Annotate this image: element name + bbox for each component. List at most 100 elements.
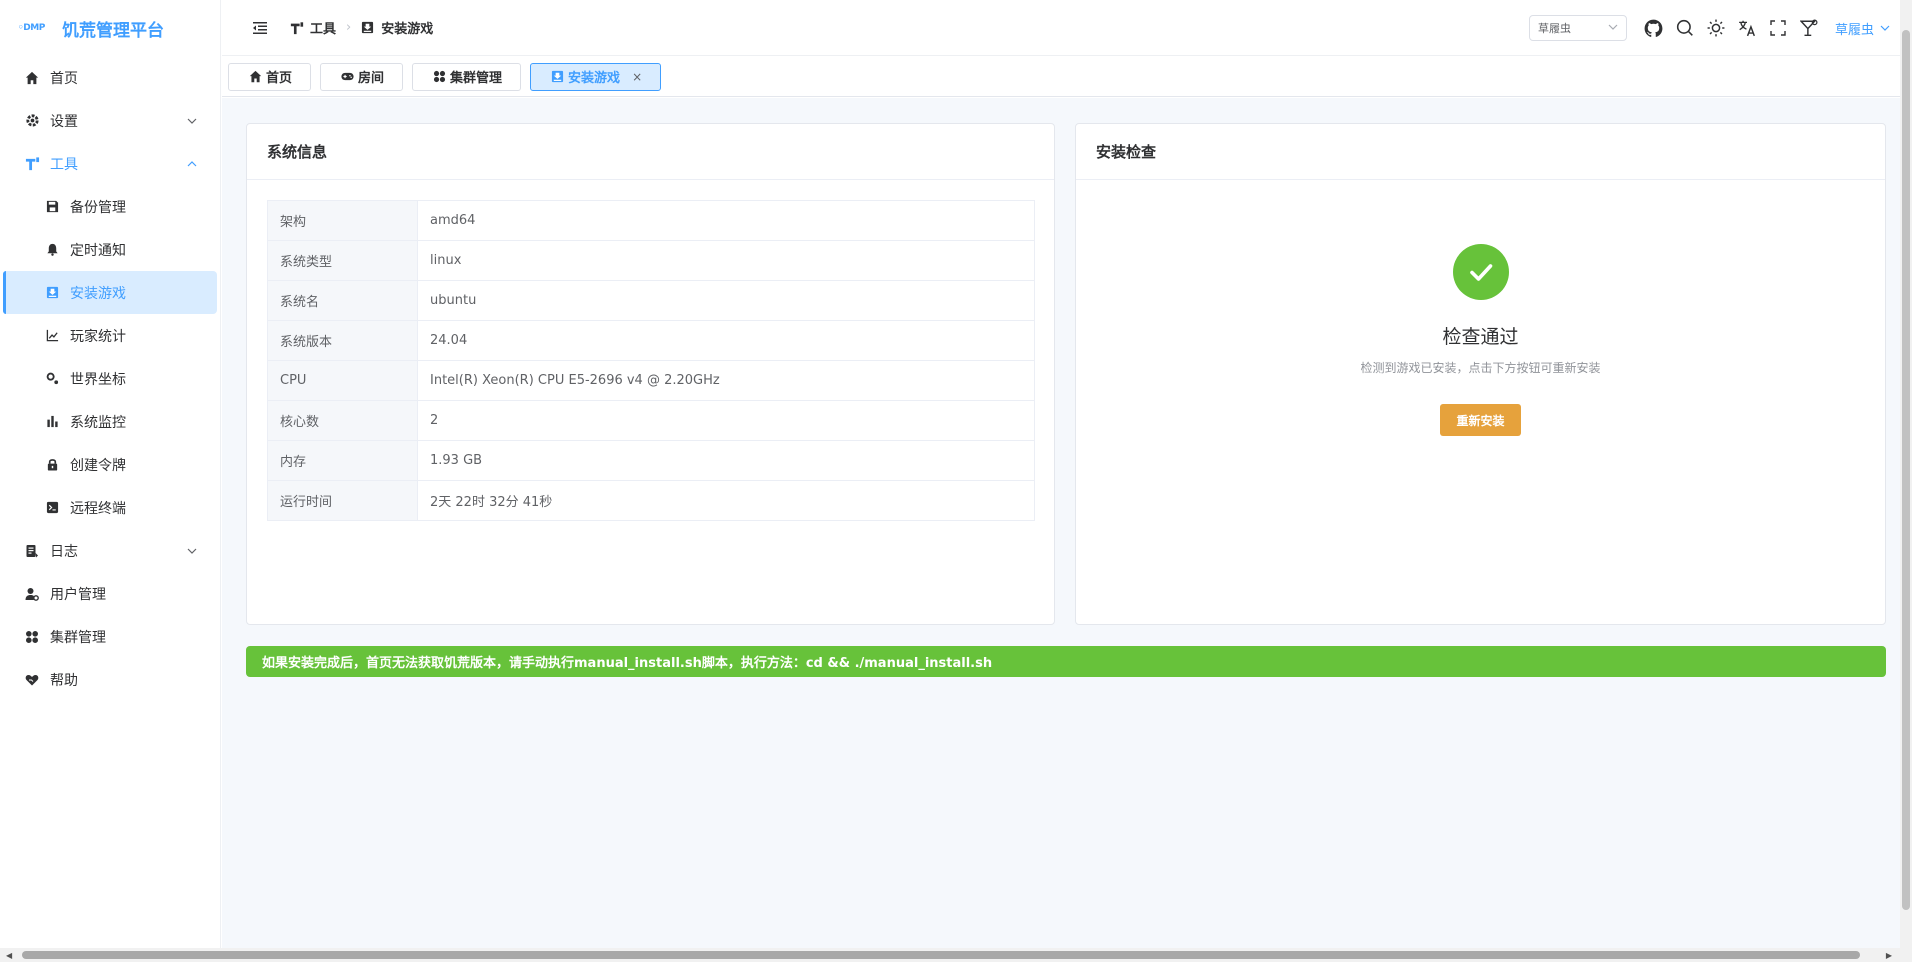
floppy-icon [44,199,60,215]
home-icon [24,70,40,86]
github-icon[interactable] [1643,17,1665,39]
info-key: CPU [267,360,418,401]
check-success-icon [1452,244,1509,300]
table-row: 系统版本 24.04 [267,320,1035,361]
info-value: 2天 22时 32分 41秒 [430,495,553,510]
tab-home[interactable]: 首页 [228,62,312,91]
scroll-left-icon[interactable]: ◀ [6,951,12,960]
sidebar-item-label: 首页 [50,70,78,87]
cluster-select-value: 草履虫 [1537,22,1571,35]
info-value: 24.04 [417,320,1035,361]
tab-label: 房间 [358,71,385,86]
tab-bar: 首页 房间 集群管理 安装游戏 × [222,57,1900,97]
download-disk-icon [361,21,375,35]
info-value: ubuntu [417,280,1035,321]
sidebar-item-clusters[interactable]: 集群管理 [0,615,220,658]
document-icon [24,543,40,559]
install-check-result: 检查通过 检测到游戏已安装，点击下方按钮可重新安装 重新安装 [1076,180,1885,436]
scroll-right-icon[interactable]: ▶ [1886,951,1892,960]
cluster-select[interactable]: 草履虫 [1528,15,1627,41]
sidebar-item-scheduled-notice[interactable]: 定时通知 [0,228,220,271]
table-row: 运行时间 2天 22时 32分 41秒 [267,480,1035,521]
logo[interactable]: ◦DMP 饥荒管理平台 [0,0,220,56]
sidebar-item-home[interactable]: 首页 [0,56,220,99]
cocktail-icon[interactable] [1798,17,1820,39]
sidebar-item-label: 备份管理 [70,199,126,216]
scrollbar-thumb[interactable] [1902,30,1910,910]
chevron-down-icon [1608,22,1618,35]
sidebar-item-label: 安装游戏 [70,285,126,302]
info-value: Intel(R) Xeon(R) CPU E5-2696 v4 @ 2.20GH… [417,360,1035,401]
download-disk-icon [44,285,60,301]
scrollbar-thumb[interactable] [22,951,1860,959]
vertical-scrollbar[interactable] [1900,0,1912,948]
fullscreen-icon[interactable] [1767,17,1789,39]
breadcrumb: 工具 › 安装游戏 [290,18,433,37]
sidebar-item-label: 帮助 [50,672,78,689]
info-key: 系统名 [267,280,418,321]
sidebar-item-remote-terminal[interactable]: 远程终端 [0,486,220,529]
sidebar-item-player-stats[interactable]: 玩家统计 [0,314,220,357]
terminal-icon [44,500,60,516]
card-title: 安装检查 [1076,124,1885,180]
sidebar-item-label: 定时通知 [70,242,126,259]
sidebar-item-label: 世界坐标 [70,371,126,388]
sidebar-item-settings[interactable]: 设置 [0,99,220,142]
sun-icon[interactable] [1705,17,1727,39]
sidebar-item-backup[interactable]: 备份管理 [0,185,220,228]
bar-chart-icon [44,414,60,430]
reinstall-button[interactable]: 重新安装 [1440,404,1521,436]
download-disk-icon [551,70,564,83]
translate-icon[interactable] [1736,17,1758,39]
logo-mark: ◦DMP [18,23,45,33]
card-title: 系统信息 [247,124,1054,180]
hammer-icon [24,156,40,172]
hammer-icon [290,21,304,35]
tab-label: 集群管理 [450,71,503,86]
chevron-down-icon [1880,23,1890,33]
check-result-title: 检查通过 [1442,326,1519,348]
info-value: amd64 [417,200,1035,241]
tab-clusters[interactable]: 集群管理 [412,62,522,91]
sidebar-item-users[interactable]: 用户管理 [0,572,220,615]
user-menu[interactable]: 草履虫 [1835,19,1890,38]
sidebar-item-world-coords[interactable]: 世界坐标 [0,357,220,400]
tab-install-game[interactable]: 安装游戏 × [530,62,662,91]
home-icon [249,70,262,83]
breadcrumb-separator-icon: › [346,20,352,35]
breadcrumb-item-tools[interactable]: 工具 [290,18,336,37]
sidebar-item-logs[interactable]: 日志 [0,529,220,572]
sidebar-item-tools[interactable]: 工具 [0,142,220,185]
sidebar-item-label: 玩家统计 [70,328,126,345]
info-key: 内存 [267,440,418,481]
menu-fold-icon[interactable] [250,18,270,38]
sidebar: ◦DMP 饥荒管理平台 首页 设置 工具 备份管理 定时通知 安装游戏 玩家统计… [0,0,221,948]
search-icon[interactable] [1674,17,1696,39]
install-notice-banner: 如果安装完成后，首页无法获取饥荒版本，请手动执行manual_install.s… [246,646,1886,677]
sidebar-item-label: 工具 [50,156,78,173]
main-content: 系统信息 架构 amd64 系统类型 linux 系统名 ubuntu 系统版本 24.… [222,98,1900,948]
info-key: 运行时间 [267,480,418,521]
sidebar-item-label: 创建令牌 [70,457,126,474]
sidebar-item-system-monitor[interactable]: 系统监控 [0,400,220,443]
sidebar-item-install-game[interactable]: 安装游戏 [3,271,217,314]
info-value: linux [417,240,1035,281]
tab-room[interactable]: 房间 [320,62,404,91]
cluster-icon [433,70,446,83]
close-icon[interactable]: × [632,70,642,84]
sidebar-item-label: 日志 [50,543,78,560]
tools-submenu: 备份管理 定时通知 安装游戏 玩家统计 世界坐标 系统监控 创建令牌 远程终端 [0,185,220,529]
table-row: 核心数 2 [267,400,1035,441]
sidebar-item-label: 系统监控 [70,414,126,431]
tools-submenu-list: 备份管理 定时通知 安装游戏 玩家统计 世界坐标 系统监控 创建令牌 远程终端 [0,185,220,529]
table-row: 系统名 ubuntu [267,280,1035,321]
line-chart-icon [44,328,60,344]
sidebar-item-create-token[interactable]: 创建令牌 [0,443,220,486]
gear-icon [24,113,40,129]
info-key: 架构 [267,200,418,241]
info-key: 核心数 [267,400,418,441]
horizontal-scrollbar[interactable]: ◀ ▶ [0,948,1912,962]
sidebar-item-help[interactable]: 帮助 [0,658,220,701]
breadcrumb-label: 安装游戏 [381,22,434,37]
check-result-description: 检测到游戏已安装，点击下方按钮可重新安装 [1360,361,1601,375]
